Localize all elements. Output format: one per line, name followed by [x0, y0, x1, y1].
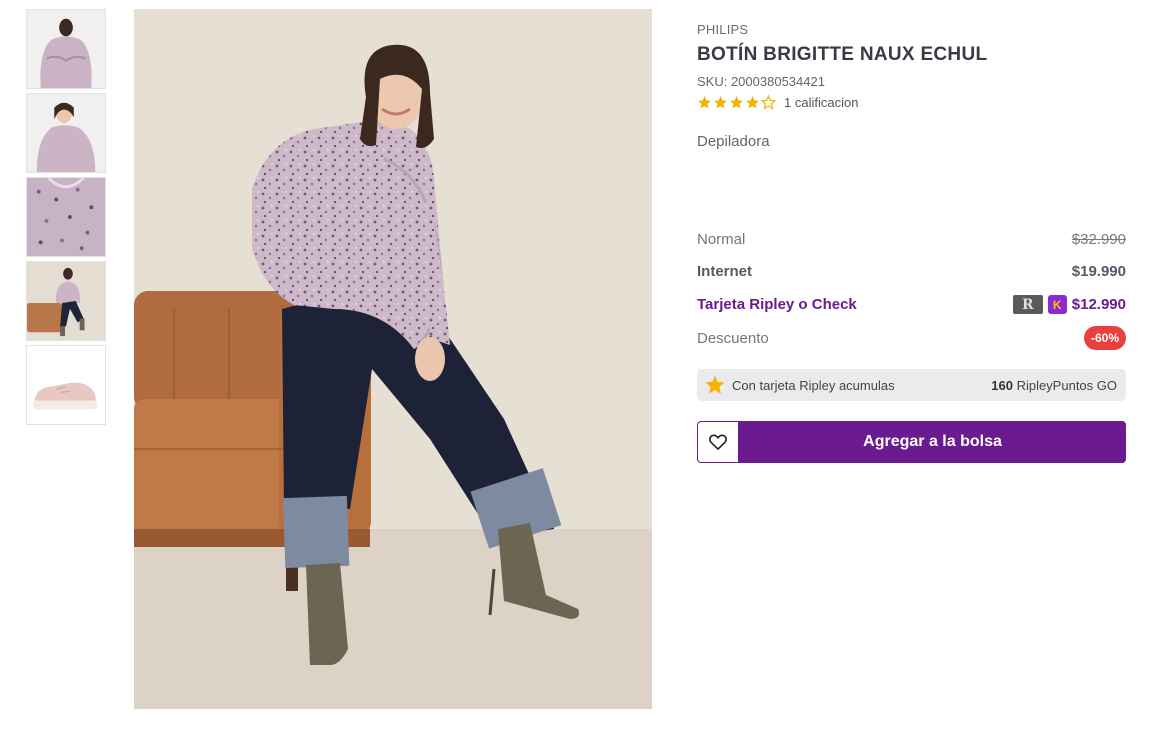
star-icon	[705, 375, 725, 394]
discount-label: Descuento	[697, 329, 769, 347]
price-card-label: Tarjeta Ripley o Check	[697, 296, 857, 313]
thumbnail-image	[27, 178, 105, 256]
price-row-internet: Internet $19.990	[697, 263, 1126, 280]
price-row-card: Tarjeta Ripley o Check R K $12.990	[697, 295, 1126, 314]
thumbnail-2[interactable]	[26, 93, 106, 173]
price-row-discount: Descuento -60%	[697, 326, 1126, 350]
points-amount: 160	[991, 377, 1013, 393]
thumbnail-image	[27, 262, 105, 340]
thumbnail-list	[26, 9, 106, 429]
price-card-value: $12.990	[1071, 296, 1126, 313]
thumbnail-5[interactable]	[26, 345, 106, 425]
brand-name[interactable]: PHILIPS	[697, 22, 748, 37]
price-row-normal: Normal $32.990	[697, 231, 1126, 248]
thumbnail-3[interactable]	[26, 177, 106, 257]
thumbnail-1[interactable]	[26, 9, 106, 89]
rating[interactable]: 1 calificacion	[697, 95, 858, 110]
add-to-bag-button[interactable]: Agregar a la bolsa	[739, 421, 1126, 463]
favorite-button[interactable]	[697, 421, 739, 463]
main-product-image	[134, 9, 652, 709]
product-title: BOTÍN BRIGITTE NAUX ECHUL	[697, 44, 988, 65]
thumbnail-image	[27, 10, 105, 88]
thumbnail-image	[27, 94, 105, 172]
price-normal-value: $32.990	[1071, 231, 1126, 248]
card-price-group: R K $12.990	[1012, 295, 1126, 314]
points-unit: RipleyPuntos GO	[1016, 377, 1117, 393]
points-text: Con tarjeta Ripley acumulas	[732, 377, 895, 393]
heart-icon	[709, 434, 727, 450]
rating-count[interactable]: 1 calificacion	[784, 95, 858, 110]
star-filled-icon	[729, 95, 744, 109]
thumbnail-image	[27, 346, 105, 424]
product-sku: SKU: 2000380534421	[697, 74, 825, 89]
rating-stars	[697, 95, 776, 110]
star-empty-icon	[761, 95, 776, 110]
purchase-actions: Agregar a la bolsa	[697, 421, 1126, 463]
price-internet-label: Internet	[697, 263, 753, 280]
ripley-points-banner: Con tarjeta Ripley acumulas 160 RipleyPu…	[697, 369, 1126, 401]
price-internet-value: $19.990	[1071, 263, 1126, 280]
thumbnail-4[interactable]	[26, 261, 106, 341]
price-normal-label: Normal	[697, 231, 746, 248]
star-filled-icon	[745, 95, 760, 109]
ripley-card-icon: R	[1012, 295, 1043, 314]
product-subtitle: Depiladora	[697, 133, 770, 150]
check-card-icon: K	[1047, 295, 1067, 314]
discount-badge: -60%	[1083, 326, 1126, 350]
points-info: Con tarjeta Ripley acumulas	[704, 374, 895, 396]
points-amount-group: 160 RipleyPuntos GO	[991, 378, 1117, 393]
star-filled-icon	[697, 95, 712, 109]
star-filled-icon	[713, 95, 728, 109]
